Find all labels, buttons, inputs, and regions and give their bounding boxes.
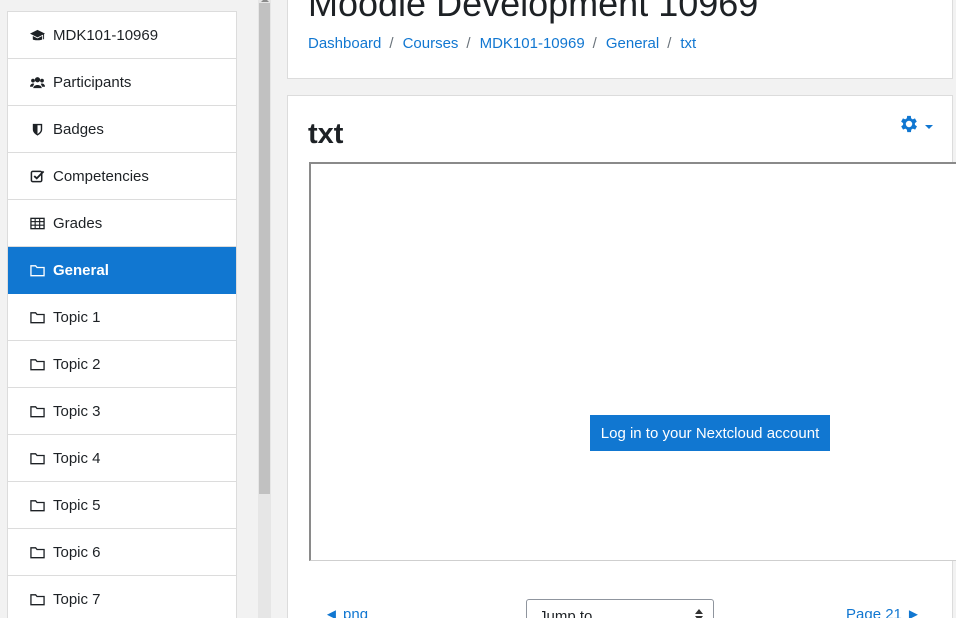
nextcloud-login-button[interactable]: Log in to your Nextcloud account — [590, 415, 830, 451]
folder-icon — [29, 450, 45, 466]
breadcrumb-separator: / — [389, 35, 394, 52]
nav-item-label: Topic 1 — [53, 308, 101, 326]
folder-icon — [29, 591, 45, 607]
nav-item-topic-1[interactable]: Topic 1 — [8, 294, 236, 341]
nav-item-label: Participants — [53, 73, 132, 91]
nav-item-label: Topic 6 — [53, 543, 101, 561]
course-nav-list: MDK101-10969 Participants Badges Compete… — [7, 11, 237, 618]
jump-to-select[interactable]: Jump to... — [526, 599, 714, 618]
folder-icon — [29, 544, 45, 560]
select-arrows-icon — [695, 609, 703, 618]
nav-item-badges[interactable]: Badges — [8, 106, 236, 153]
nav-item-topic-7[interactable]: Topic 7 — [8, 576, 236, 618]
folder-icon — [29, 356, 45, 372]
nextcloud-embed-frame: Log in to your Nextcloud account — [309, 162, 956, 561]
breadcrumb-course[interactable]: MDK101-10969 — [480, 35, 585, 52]
nav-item-label: Topic 5 — [53, 496, 101, 514]
activity-region: txt Log in to your Nextcloud account ◄ p… — [287, 95, 956, 618]
nav-item-label: Topic 7 — [53, 590, 101, 608]
nav-item-label: Topic 2 — [53, 355, 101, 373]
gear-icon — [898, 113, 920, 140]
nav-item-label: Badges — [53, 120, 104, 138]
users-icon — [29, 74, 45, 90]
scroll-up-arrow[interactable] — [261, 0, 269, 2]
breadcrumb-activity[interactable]: txt — [680, 35, 696, 52]
jump-to-label: Jump to... — [539, 608, 605, 618]
folder-icon — [29, 497, 45, 513]
nav-item-participants[interactable]: Participants — [8, 59, 236, 106]
nav-item-topic-5[interactable]: Topic 5 — [8, 482, 236, 529]
page-title: Moodle Development 10969 — [308, 0, 759, 24]
activity-actions-menu[interactable] — [898, 113, 933, 140]
breadcrumb-courses[interactable]: Courses — [403, 35, 459, 52]
nav-drawer: MDK101-10969 Participants Badges Compete… — [0, 0, 258, 618]
nav-item-label: General — [53, 261, 109, 279]
breadcrumb-separator: / — [667, 35, 672, 52]
table-icon — [29, 215, 45, 231]
breadcrumb-dashboard[interactable]: Dashboard — [308, 35, 381, 52]
breadcrumb-separator: / — [592, 35, 597, 52]
chevron-down-icon — [925, 124, 933, 129]
shield-icon — [29, 121, 45, 137]
nav-item-course[interactable]: MDK101-10969 — [8, 12, 236, 59]
nav-item-label: Competencies — [53, 167, 149, 185]
nav-item-label: Topic 4 — [53, 449, 101, 467]
nav-item-topic-2[interactable]: Topic 2 — [8, 341, 236, 388]
scrollbar-thumb[interactable] — [259, 3, 270, 494]
nav-item-general[interactable]: General — [8, 247, 236, 294]
nav-item-grades[interactable]: Grades — [8, 200, 236, 247]
next-activity-link[interactable]: Page 21 ► — [846, 606, 921, 618]
folder-icon — [29, 309, 45, 325]
breadcrumb-section[interactable]: General — [606, 35, 659, 52]
nav-item-topic-3[interactable]: Topic 3 — [8, 388, 236, 435]
nav-item-competencies[interactable]: Competencies — [8, 153, 236, 200]
nav-item-label: MDK101-10969 — [53, 26, 159, 44]
graduation-cap-icon — [29, 27, 45, 43]
check-square-icon — [29, 168, 45, 184]
folder-icon — [29, 262, 45, 278]
page-header: Moodle Development 10969 Dashboard / Cou… — [287, 0, 953, 79]
folder-icon — [29, 403, 45, 419]
prev-activity-link[interactable]: ◄ png — [324, 606, 368, 618]
nav-item-topic-6[interactable]: Topic 6 — [8, 529, 236, 576]
drawer-scrollbar[interactable] — [258, 0, 271, 618]
nav-item-topic-4[interactable]: Topic 4 — [8, 435, 236, 482]
breadcrumb-separator: / — [466, 35, 471, 52]
breadcrumb: Dashboard / Courses / MDK101-10969 / Gen… — [308, 35, 696, 52]
nav-item-label: Grades — [53, 214, 103, 232]
activity-title: txt — [308, 118, 344, 150]
nav-item-label: Topic 3 — [53, 402, 101, 420]
